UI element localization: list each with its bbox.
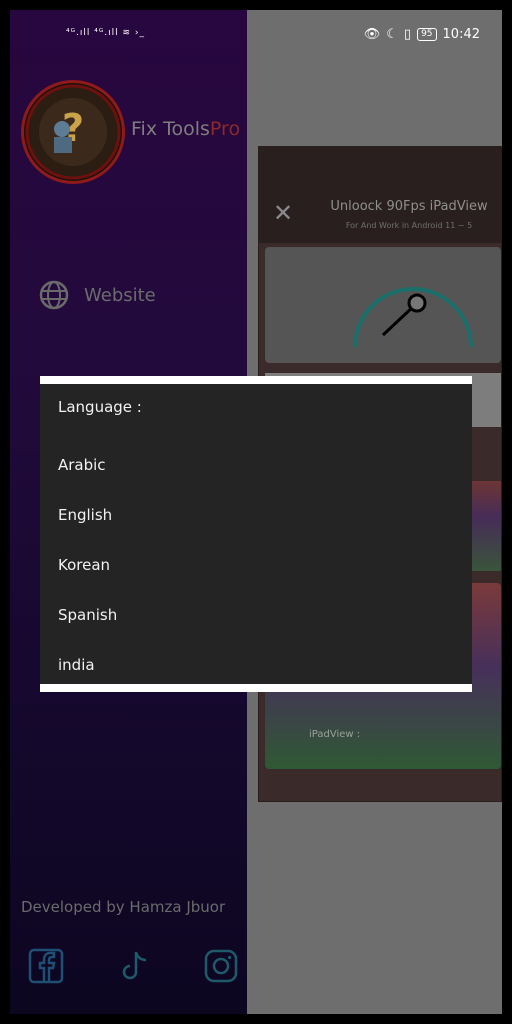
- language-option-korean[interactable]: Korean: [58, 550, 458, 580]
- language-option-india[interactable]: india: [58, 650, 458, 680]
- card-header: ✕ Unloock 90Fps iPadView For And Work in…: [259, 147, 501, 243]
- facebook-icon[interactable]: [28, 948, 64, 984]
- developer-credit: Developed by Hamza Jbuor: [21, 898, 226, 916]
- phone-screen: ✕ Unloock 90Fps iPadView For And Work in…: [10, 10, 502, 1014]
- status-bar: ⁴ᴳ.ıll ⁴ᴳ.ıll ≋ ›_ 👁 ☾ ▯ 95 10:42: [10, 10, 502, 58]
- language-option-arabic[interactable]: Arabic: [58, 450, 458, 480]
- signal-icon: ⁴ᴳ.ıll ⁴ᴳ.ıll ≋ ›_: [66, 28, 145, 38]
- app-name: Fix ToolsPro: [131, 118, 241, 140]
- card-title: Unloock 90Fps iPadView: [330, 199, 488, 214]
- card-subtitle: For And Work in Android 11 ~ 5: [345, 221, 473, 230]
- ipad-label: iPadView :: [309, 729, 361, 740]
- app-logo: ?: [21, 80, 125, 184]
- language-dialog: Language : Arabic English Korean Spanish…: [40, 376, 472, 692]
- gauge-icon: [353, 287, 473, 348]
- vibrate-icon: ▯: [403, 27, 412, 42]
- dialog-title: Language :: [58, 398, 142, 416]
- menu-item-label: Website: [84, 284, 156, 306]
- menu-item-website[interactable]: Website: [38, 277, 156, 313]
- tiktok-icon[interactable]: [116, 948, 152, 984]
- instagram-icon[interactable]: [203, 948, 239, 984]
- clock: 10:42: [442, 27, 480, 42]
- status-right: 👁 ☾ ▯ 95 10:42: [364, 27, 480, 42]
- language-option-spanish[interactable]: Spanish: [58, 600, 458, 630]
- fps-gauge: [265, 247, 501, 363]
- close-icon[interactable]: ✕: [273, 201, 293, 225]
- globe-icon: [39, 280, 69, 310]
- eye-icon: 👁: [363, 27, 381, 42]
- dialog-body: Language : Arabic English Korean Spanish…: [40, 384, 472, 684]
- battery-icon: 95: [417, 28, 437, 41]
- moon-icon: ☾: [386, 27, 398, 42]
- language-option-english[interactable]: English: [58, 500, 458, 530]
